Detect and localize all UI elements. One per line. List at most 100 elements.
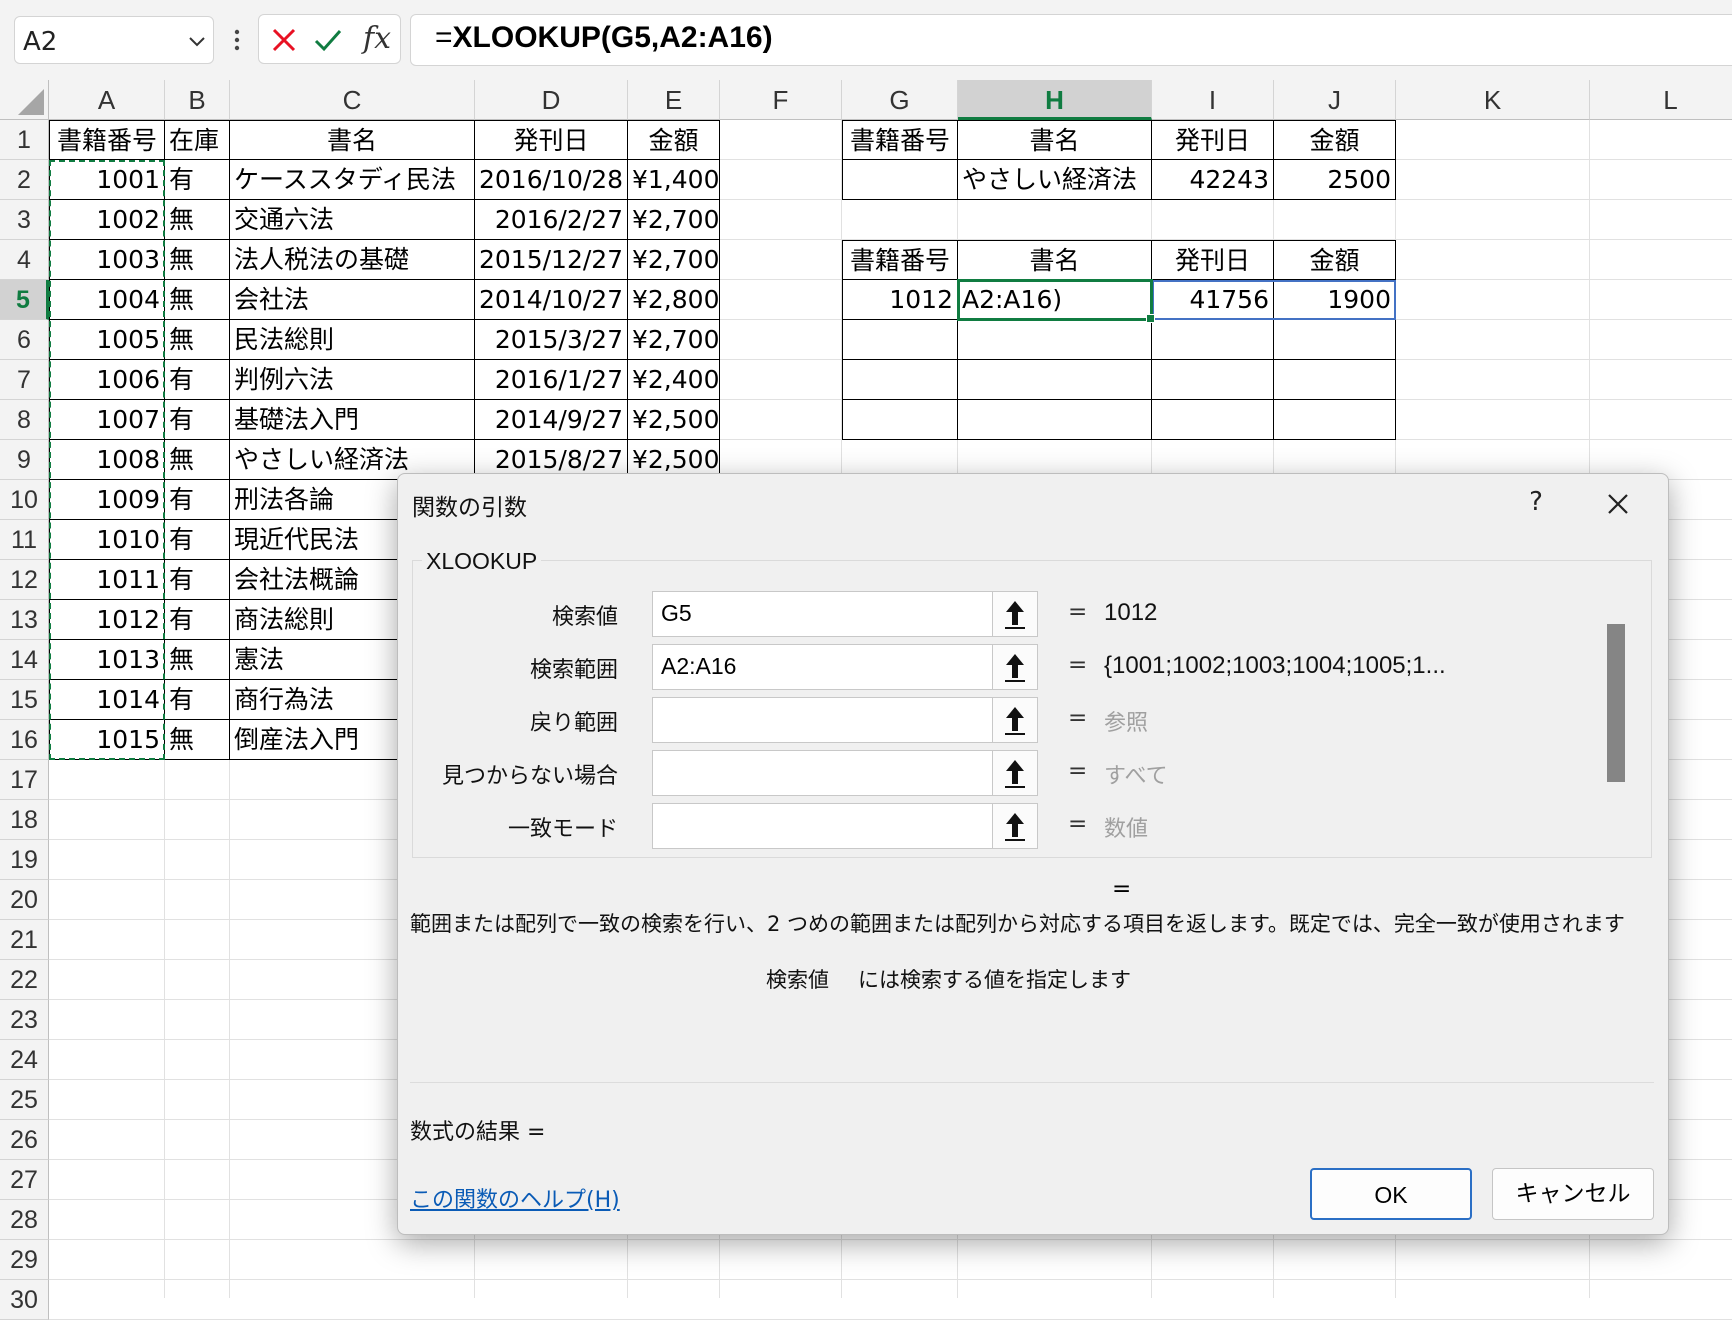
table-header[interactable]: 書籍番号 <box>49 120 165 160</box>
lookup-header[interactable]: 書籍番号 <box>842 120 958 160</box>
empty-cell[interactable] <box>1152 360 1274 400</box>
empty-cell[interactable] <box>842 320 958 360</box>
argument-input[interactable]: G5 <box>652 591 1038 637</box>
collapse-dialog-arrow-up-icon[interactable] <box>992 645 1037 689</box>
column-header-b[interactable]: B <box>165 80 230 120</box>
row-header-24[interactable]: 24 <box>0 1040 49 1080</box>
empty-cell[interactable] <box>1152 320 1274 360</box>
table-cell[interactable]: 民法総則 <box>230 320 475 360</box>
column-header-f[interactable]: F <box>720 80 842 120</box>
collapse-dialog-arrow-up-icon[interactable] <box>992 592 1037 636</box>
column-header-g[interactable]: G <box>842 80 958 120</box>
table-cell[interactable]: 無 <box>165 200 230 240</box>
empty-cell[interactable] <box>958 320 1152 360</box>
column-header-j[interactable]: J <box>1274 80 1396 120</box>
table-cell[interactable]: 1001 <box>49 160 165 200</box>
table-cell[interactable]: ¥2,700 <box>628 320 720 360</box>
table-cell[interactable]: 無 <box>165 440 230 480</box>
argument-input[interactable] <box>652 803 1038 849</box>
lookup-header[interactable]: 発刊日 <box>1152 240 1274 280</box>
lookup-cell[interactable]: 2500 <box>1274 160 1396 200</box>
lookup-header[interactable]: 書名 <box>958 240 1152 280</box>
lookup-cell[interactable]: やさしい経済法 <box>958 160 1152 200</box>
column-header-d[interactable]: D <box>475 80 628 120</box>
row-header-3[interactable]: 3 <box>0 200 49 240</box>
table-cell[interactable]: 2015/12/27 <box>475 240 628 280</box>
table-cell[interactable]: ケーススタディ民法 <box>230 160 475 200</box>
lookup-cell[interactable]: 1012 <box>842 280 958 320</box>
lookup-header[interactable]: 書籍番号 <box>842 240 958 280</box>
table-cell[interactable]: 無 <box>165 720 230 760</box>
table-cell[interactable]: 1011 <box>49 560 165 600</box>
empty-cell[interactable] <box>1274 320 1396 360</box>
table-cell[interactable]: 1002 <box>49 200 165 240</box>
table-cell[interactable]: 1014 <box>49 680 165 720</box>
table-cell[interactable]: 2014/9/27 <box>475 400 628 440</box>
row-header-25[interactable]: 25 <box>0 1080 49 1120</box>
table-cell[interactable]: 2016/10/28 <box>475 160 628 200</box>
lookup-cell[interactable]: A2:A16) <box>958 280 1152 320</box>
lookup-cell[interactable]: 1900 <box>1274 280 1396 320</box>
empty-cell[interactable] <box>1274 360 1396 400</box>
row-header-1[interactable]: 1 <box>0 120 49 160</box>
table-header[interactable]: 金額 <box>628 120 720 160</box>
column-header-c[interactable]: C <box>230 80 475 120</box>
column-header-k[interactable]: K <box>1396 80 1590 120</box>
column-header-e[interactable]: E <box>628 80 720 120</box>
row-header-9[interactable]: 9 <box>0 440 49 480</box>
argument-input[interactable]: A2:A16 <box>652 644 1038 690</box>
help-link[interactable]: この関数のヘルプ(H) <box>410 1182 620 1214</box>
table-cell[interactable]: ¥2,700 <box>628 240 720 280</box>
row-header-21[interactable]: 21 <box>0 920 49 960</box>
lookup-cell[interactable]: 42243 <box>1152 160 1274 200</box>
check-icon[interactable] <box>311 23 345 57</box>
arguments-scrollbar[interactable] <box>1607 624 1625 782</box>
argument-input[interactable] <box>652 697 1038 743</box>
table-cell[interactable]: 無 <box>165 640 230 680</box>
formula-input[interactable]: =XLOOKUP(G5,A2:A16) <box>410 14 1732 66</box>
collapse-dialog-arrow-up-icon[interactable] <box>992 698 1037 742</box>
row-header-12[interactable]: 12 <box>0 560 49 600</box>
row-header-26[interactable]: 26 <box>0 1120 49 1160</box>
row-header-14[interactable]: 14 <box>0 640 49 680</box>
empty-cell[interactable] <box>1152 400 1274 440</box>
table-cell[interactable]: 1004 <box>49 280 165 320</box>
collapse-dialog-arrow-up-icon[interactable] <box>992 804 1037 848</box>
table-cell[interactable]: 有 <box>165 600 230 640</box>
table-cell[interactable]: 1003 <box>49 240 165 280</box>
chevron-down-icon[interactable] <box>187 31 207 51</box>
table-cell[interactable]: 1010 <box>49 520 165 560</box>
row-header-22[interactable]: 22 <box>0 960 49 1000</box>
row-header-18[interactable]: 18 <box>0 800 49 840</box>
row-header-20[interactable]: 20 <box>0 880 49 920</box>
collapse-dialog-arrow-up-icon[interactable] <box>992 751 1037 795</box>
table-cell[interactable]: 有 <box>165 680 230 720</box>
lookup-header[interactable]: 金額 <box>1274 120 1396 160</box>
row-header-15[interactable]: 15 <box>0 680 49 720</box>
table-cell[interactable]: 有 <box>165 160 230 200</box>
empty-cell[interactable] <box>842 360 958 400</box>
table-header[interactable]: 在庫 <box>165 120 230 160</box>
table-cell[interactable]: 1006 <box>49 360 165 400</box>
name-box[interactable]: A2 <box>14 16 214 64</box>
row-header-28[interactable]: 28 <box>0 1200 49 1240</box>
row-header-13[interactable]: 13 <box>0 600 49 640</box>
table-cell[interactable]: 1005 <box>49 320 165 360</box>
row-header-11[interactable]: 11 <box>0 520 49 560</box>
select-all-corner[interactable] <box>0 80 49 120</box>
table-cell[interactable]: ¥2,400 <box>628 360 720 400</box>
table-header[interactable]: 発刊日 <box>475 120 628 160</box>
column-header-i[interactable]: I <box>1152 80 1274 120</box>
row-header-29[interactable]: 29 <box>0 1240 49 1280</box>
table-cell[interactable]: 2016/1/27 <box>475 360 628 400</box>
row-header-30[interactable]: 30 <box>0 1280 49 1320</box>
table-cell[interactable]: 有 <box>165 520 230 560</box>
column-header-l[interactable]: L <box>1590 80 1732 120</box>
table-cell[interactable]: 交通六法 <box>230 200 475 240</box>
table-cell[interactable]: 有 <box>165 560 230 600</box>
row-header-5[interactable]: 5 <box>0 280 49 320</box>
argument-input[interactable] <box>652 750 1038 796</box>
lookup-header[interactable]: 金額 <box>1274 240 1396 280</box>
table-cell[interactable]: 無 <box>165 320 230 360</box>
column-header-a[interactable]: A <box>49 80 165 120</box>
